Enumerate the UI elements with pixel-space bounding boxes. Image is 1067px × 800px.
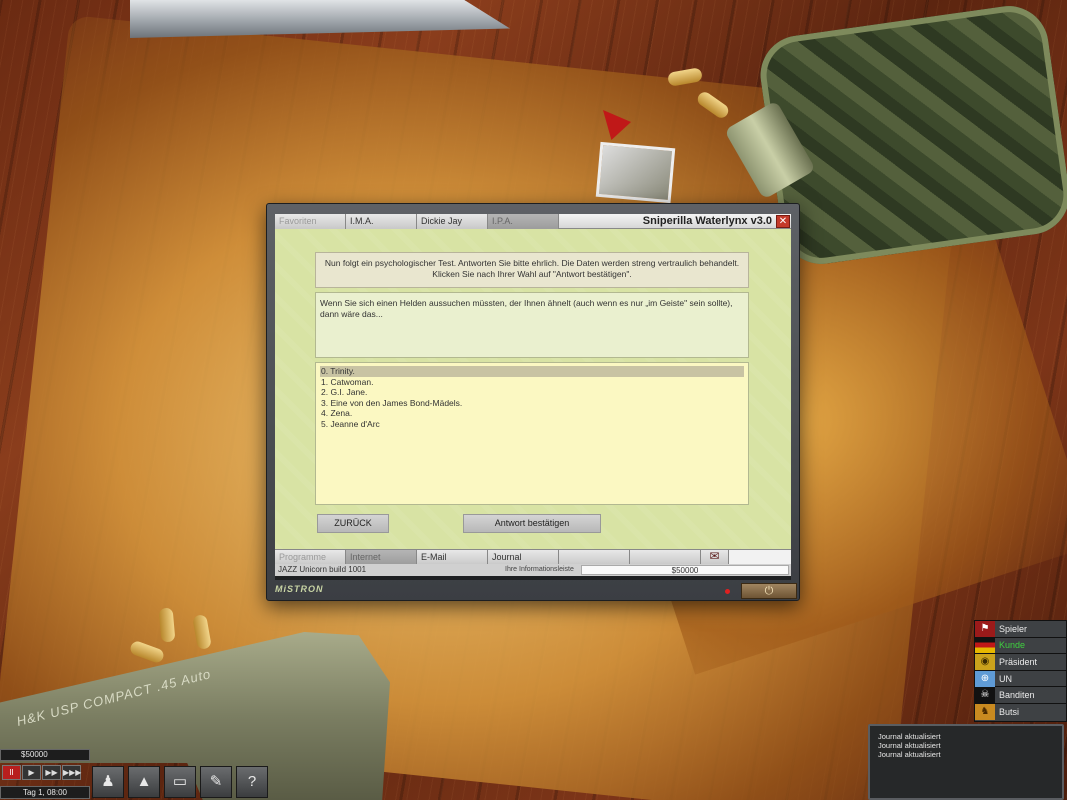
bottom-tab-bar: Programme Internet E-Mail Journal ✉ [275,549,791,565]
fast-forward-button[interactable]: ▶▶ [42,765,61,780]
journal-entry: Journal aktualisiert [878,732,941,741]
answer-option[interactable]: 0. Trinity. [320,366,744,377]
play-button[interactable]: ▶ [22,765,41,780]
faction-un[interactable]: ⊕ UN [975,670,1066,688]
money-display: $50000 [0,749,90,761]
tab-journal[interactable]: Journal [488,550,559,565]
fastest-forward-button[interactable]: ▶▶▶ [62,765,81,780]
faction-kunde[interactable]: ▬ Kunde [975,637,1066,655]
tab-internet[interactable]: Internet [346,550,417,565]
faction-label: Butsi [999,707,1020,718]
journal-entry: Journal aktualisiert [878,750,941,759]
brand-logo: MiSTRON [275,584,324,594]
flag-icon: ▬ [975,637,995,654]
tab-programme[interactable]: Programme [275,550,346,565]
tab-blank [729,550,791,565]
envelope-icon[interactable]: ✉ [701,550,729,565]
confirm-answer-button[interactable]: Antwort bestätigen [463,514,601,533]
tab-ipa[interactable]: I.P.A. [488,214,559,229]
faction-label: Kunde [999,640,1026,651]
seal-icon: ◉ [975,653,995,670]
top-tab-bar: Favoriten I.M.A. Dickie Jay I.P.A. Snipe… [275,214,791,229]
knife-decoration [130,0,510,38]
answer-option[interactable]: 2. G.I. Jane. [320,387,744,398]
info-bar-label: Ihre Informationsleiste [505,566,574,573]
answer-option[interactable]: 4. Zena. [320,408,744,419]
faction-butsi[interactable]: ♞ Butsi [975,703,1066,721]
status-bar: JAZZ Unicorn build 1001 Ihre Information… [275,564,791,576]
intro-line: Klicken Sie nach Ihrer Wahl auf "Antwort… [432,269,632,279]
laptop-window: Favoriten I.M.A. Dickie Jay I.P.A. Snipe… [266,203,800,601]
close-button[interactable]: ✕ [776,214,790,228]
lion-icon: ♞ [975,704,995,721]
tab-favoriten[interactable]: Favoriten [275,214,346,229]
title-bar: Sniperilla Waterlynx v3.0 ✕ [559,214,791,228]
bullet-decoration [158,607,176,643]
power-led [725,589,730,594]
balance-field: $50000 [581,565,789,575]
factions-panel: ⚑ Spieler ▬ Kunde ◉ Präsident ⊕ UN ☠ Ban… [974,620,1067,722]
faction-banditen[interactable]: ☠ Banditen [975,687,1066,704]
laptop-screen: Favoriten I.M.A. Dickie Jay I.P.A. Snipe… [275,214,791,580]
tab-empty [559,550,630,565]
skull-icon: ☠ [975,687,995,704]
journal-entry: Journal aktualisiert [878,741,941,750]
hud-buttons: ♟ ▲ ▭ ✎ ? [92,766,272,798]
tab-email[interactable]: E-Mail [417,550,488,565]
answer-list: 0. Trinity. 1. Catwoman. 2. G.I. Jane. 3… [315,362,749,505]
tab-ima[interactable]: I.M.A. [346,214,417,229]
flask-decoration [755,0,1067,270]
globe-icon: ⊕ [975,670,995,687]
window-title: Sniperilla Waterlynx v3.0 [642,215,772,227]
tab-empty [630,550,701,565]
faction-label: Präsident [999,656,1038,667]
intro-line: Nun folgt ein psychologischer Test. Antw… [324,258,740,268]
faction-spieler[interactable]: ⚑ Spieler [975,620,1066,638]
laptop-icon[interactable]: ▭ [164,766,196,798]
faction-praesident[interactable]: ◉ Präsident [975,653,1066,671]
test-content: Nun folgt ein psychologischer Test. Antw… [275,229,791,549]
question-text: Wenn Sie sich einen Helden aussuchen müs… [315,292,749,358]
build-label: JAZZ Unicorn build 1001 [278,565,367,574]
photo-decoration [595,141,676,204]
day-time-display: Tag 1, 08:00 [0,786,90,799]
flag-icon: ⚑ [975,620,995,637]
tools-icon[interactable]: ✎ [200,766,232,798]
faction-label: UN [999,673,1012,684]
faction-label: Banditen [999,690,1035,701]
answer-option[interactable]: 3. Eine von den James Bond-Mädels. [320,398,744,409]
faction-label: Spieler [999,623,1028,634]
tab-dickie-jay[interactable]: Dickie Jay [417,214,488,229]
answer-option[interactable]: 1. Catwoman. [320,377,744,388]
power-button[interactable]: ⏻ [741,583,797,599]
back-button[interactable]: ZURÜCK [317,514,389,533]
time-controls: II ▶ ▶▶ ▶▶▶ [2,765,82,780]
team-icon[interactable]: ♟ [92,766,124,798]
map-icon[interactable]: ▲ [128,766,160,798]
help-icon[interactable]: ? [236,766,268,798]
intro-box: Nun folgt ein psychologischer Test. Antw… [315,252,749,288]
journal-log: Journal aktualisiert Journal aktualisier… [868,724,1064,800]
pause-button[interactable]: II [2,765,21,780]
answer-option[interactable]: 5. Jeanne d'Arc [320,419,744,430]
